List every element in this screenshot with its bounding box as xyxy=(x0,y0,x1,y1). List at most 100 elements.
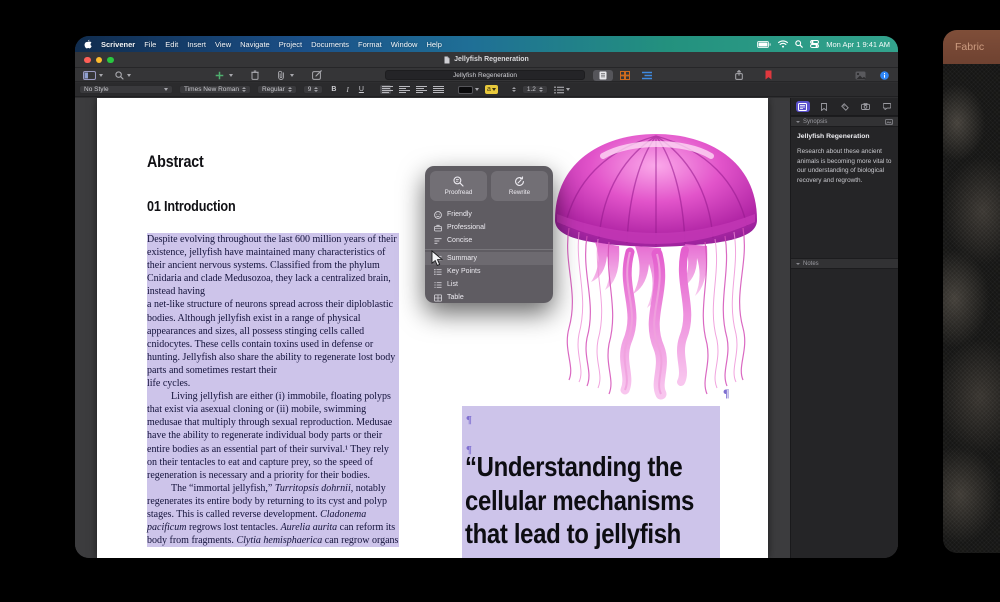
writing-tool-concise[interactable]: Concise xyxy=(425,234,553,247)
align-center-button[interactable] xyxy=(397,85,408,94)
tab-bookmarks-icon[interactable] xyxy=(817,101,831,112)
synopsis-content[interactable]: Jellyfish Regeneration Research about th… xyxy=(791,127,898,185)
mouse-cursor xyxy=(431,250,443,267)
fabric-title-bar: Fabric xyxy=(943,30,1000,64)
synopsis-text: Research about these ancient animals is … xyxy=(797,147,892,185)
writing-tool-table[interactable]: Table xyxy=(425,291,553,304)
paperclip-icon[interactable] xyxy=(277,70,285,80)
highlight-color-button[interactable]: a xyxy=(485,85,498,95)
writing-tool-key-points[interactable]: Key Points xyxy=(425,265,553,278)
menu-item-project[interactable]: Project xyxy=(279,40,302,49)
font-dropdown[interactable]: Times New Roman xyxy=(179,85,251,95)
menu-item-window[interactable]: Window xyxy=(391,40,418,49)
line-spacing-stepper[interactable]: 1.2 xyxy=(522,85,548,95)
menu-item-help[interactable]: Help xyxy=(426,40,441,49)
mac-screen: Scrivener File Edit Insert View Navigate… xyxy=(75,36,898,558)
friendly-smiley-icon xyxy=(434,211,442,219)
menu-item-edit[interactable]: Edit xyxy=(165,40,178,49)
font-size-stepper[interactable]: 9 xyxy=(303,85,324,95)
tab-comments-icon[interactable] xyxy=(880,101,894,112)
heading-abstract: Abstract xyxy=(147,152,204,172)
battery-icon[interactable] xyxy=(757,41,771,48)
view-mode-outline[interactable] xyxy=(637,70,657,81)
control-center-icon[interactable] xyxy=(810,40,819,48)
pilcrow-mark: ¶ xyxy=(466,414,472,426)
add-item-icon[interactable] xyxy=(215,71,224,80)
writing-tools-popup: Proofread Rewrite Friendly Professional xyxy=(425,166,553,303)
menu-item-navigate[interactable]: Navigate xyxy=(240,40,270,49)
menu-item-view[interactable]: View xyxy=(215,40,231,49)
align-justify-button[interactable] xyxy=(431,85,442,94)
proofread-button[interactable]: Proofread xyxy=(430,171,487,201)
format-bar: No Style Times New Roman Regular 9 B I U xyxy=(75,83,898,97)
tab-metadata-icon[interactable] xyxy=(838,101,852,112)
pilcrow-mark: ¶ xyxy=(723,386,729,401)
style-dropdown[interactable]: No Style xyxy=(79,85,173,95)
align-right-button[interactable] xyxy=(414,85,425,94)
close-button[interactable] xyxy=(84,57,91,64)
menu-item-scrivener[interactable]: Scrivener xyxy=(101,40,135,49)
tab-notes-icon[interactable] xyxy=(796,101,810,112)
underline-button[interactable]: U xyxy=(357,86,366,93)
view-mode-document[interactable] xyxy=(593,70,613,81)
heading-introduction: 01 Introduction xyxy=(147,198,235,215)
fabric-title: Fabric xyxy=(955,41,984,53)
zoom-button[interactable] xyxy=(107,57,114,64)
inspector-tabs xyxy=(791,98,898,116)
italic-button[interactable]: I xyxy=(344,86,350,94)
menu-item-insert[interactable]: Insert xyxy=(187,40,206,49)
list-icon xyxy=(434,281,442,289)
jellyfish-illustration xyxy=(535,124,768,402)
selected-quote-block[interactable]: ¶ ¶ “Understanding the cellular mechanis… xyxy=(462,406,720,558)
notes-section-header[interactable]: Notes xyxy=(791,258,898,269)
share-icon[interactable] xyxy=(735,70,743,80)
tab-snapshots-icon[interactable] xyxy=(859,101,873,112)
media-icon[interactable] xyxy=(855,71,866,80)
search-icon[interactable] xyxy=(115,71,124,80)
inspector-info-icon[interactable] xyxy=(880,71,889,80)
professional-briefcase-icon xyxy=(434,224,442,232)
table-icon xyxy=(434,294,442,302)
text-color-swatch[interactable] xyxy=(458,86,479,94)
apple-menu-icon[interactable] xyxy=(83,39,92,50)
document-title-field[interactable]: Jellyfish Regeneration xyxy=(385,70,585,80)
synopsis-image-icon[interactable] xyxy=(885,119,893,125)
bookmark-icon[interactable] xyxy=(765,70,772,80)
bold-button[interactable]: B xyxy=(329,86,338,93)
menu-item-file[interactable]: File xyxy=(144,40,156,49)
main-toolbar: Jellyfish Regeneration xyxy=(75,68,898,82)
selected-body-text[interactable]: Despite evolving throughout the last 600… xyxy=(147,233,399,547)
list-format-icon[interactable] xyxy=(554,86,570,94)
desktop: Scrivener File Edit Insert View Navigate… xyxy=(0,0,1000,602)
title-bar: Jellyfish Regeneration xyxy=(75,52,898,68)
scrivener-window: Jellyfish Regeneration xyxy=(75,52,898,558)
spotlight-icon[interactable] xyxy=(795,40,803,48)
inspector-panel: Synopsis Jellyfish Regeneration Research… xyxy=(790,98,898,558)
writing-tool-list[interactable]: List xyxy=(425,278,553,291)
popup-separator xyxy=(425,249,553,250)
writing-tool-friendly[interactable]: Friendly xyxy=(425,208,553,221)
font-variant-dropdown[interactable]: Regular xyxy=(257,85,297,95)
window-title: Jellyfish Regeneration xyxy=(444,56,529,64)
rewrite-button[interactable]: Rewrite xyxy=(491,171,548,201)
fabric-texture-image xyxy=(943,64,1000,553)
view-mode-corkboard[interactable] xyxy=(615,70,635,81)
menu-item-format[interactable]: Format xyxy=(358,40,382,49)
writing-tool-summary[interactable]: Summary xyxy=(425,252,553,265)
synopsis-section-header[interactable]: Synopsis xyxy=(791,116,898,127)
align-left-button[interactable] xyxy=(380,85,391,94)
menu-item-documents[interactable]: Documents xyxy=(311,40,349,49)
writing-tool-professional[interactable]: Professional xyxy=(425,221,553,234)
minimize-button[interactable] xyxy=(96,57,103,64)
pull-quote-text: “Understanding the cellular mechanisms t… xyxy=(465,450,723,551)
binder-toggle-icon[interactable] xyxy=(83,71,96,80)
menubar-clock[interactable]: Mon Apr 1 9:41 AM xyxy=(826,40,890,49)
compose-icon[interactable] xyxy=(312,70,322,80)
document-icon xyxy=(444,56,450,64)
wifi-icon[interactable] xyxy=(778,40,788,48)
trash-icon[interactable] xyxy=(251,70,259,80)
menu-bar: Scrivener File Edit Insert View Navigate… xyxy=(75,36,898,52)
concise-lines-icon xyxy=(434,237,442,245)
fabric-window[interactable]: Fabric xyxy=(943,30,1000,553)
proofread-magnifier-icon xyxy=(453,176,464,187)
